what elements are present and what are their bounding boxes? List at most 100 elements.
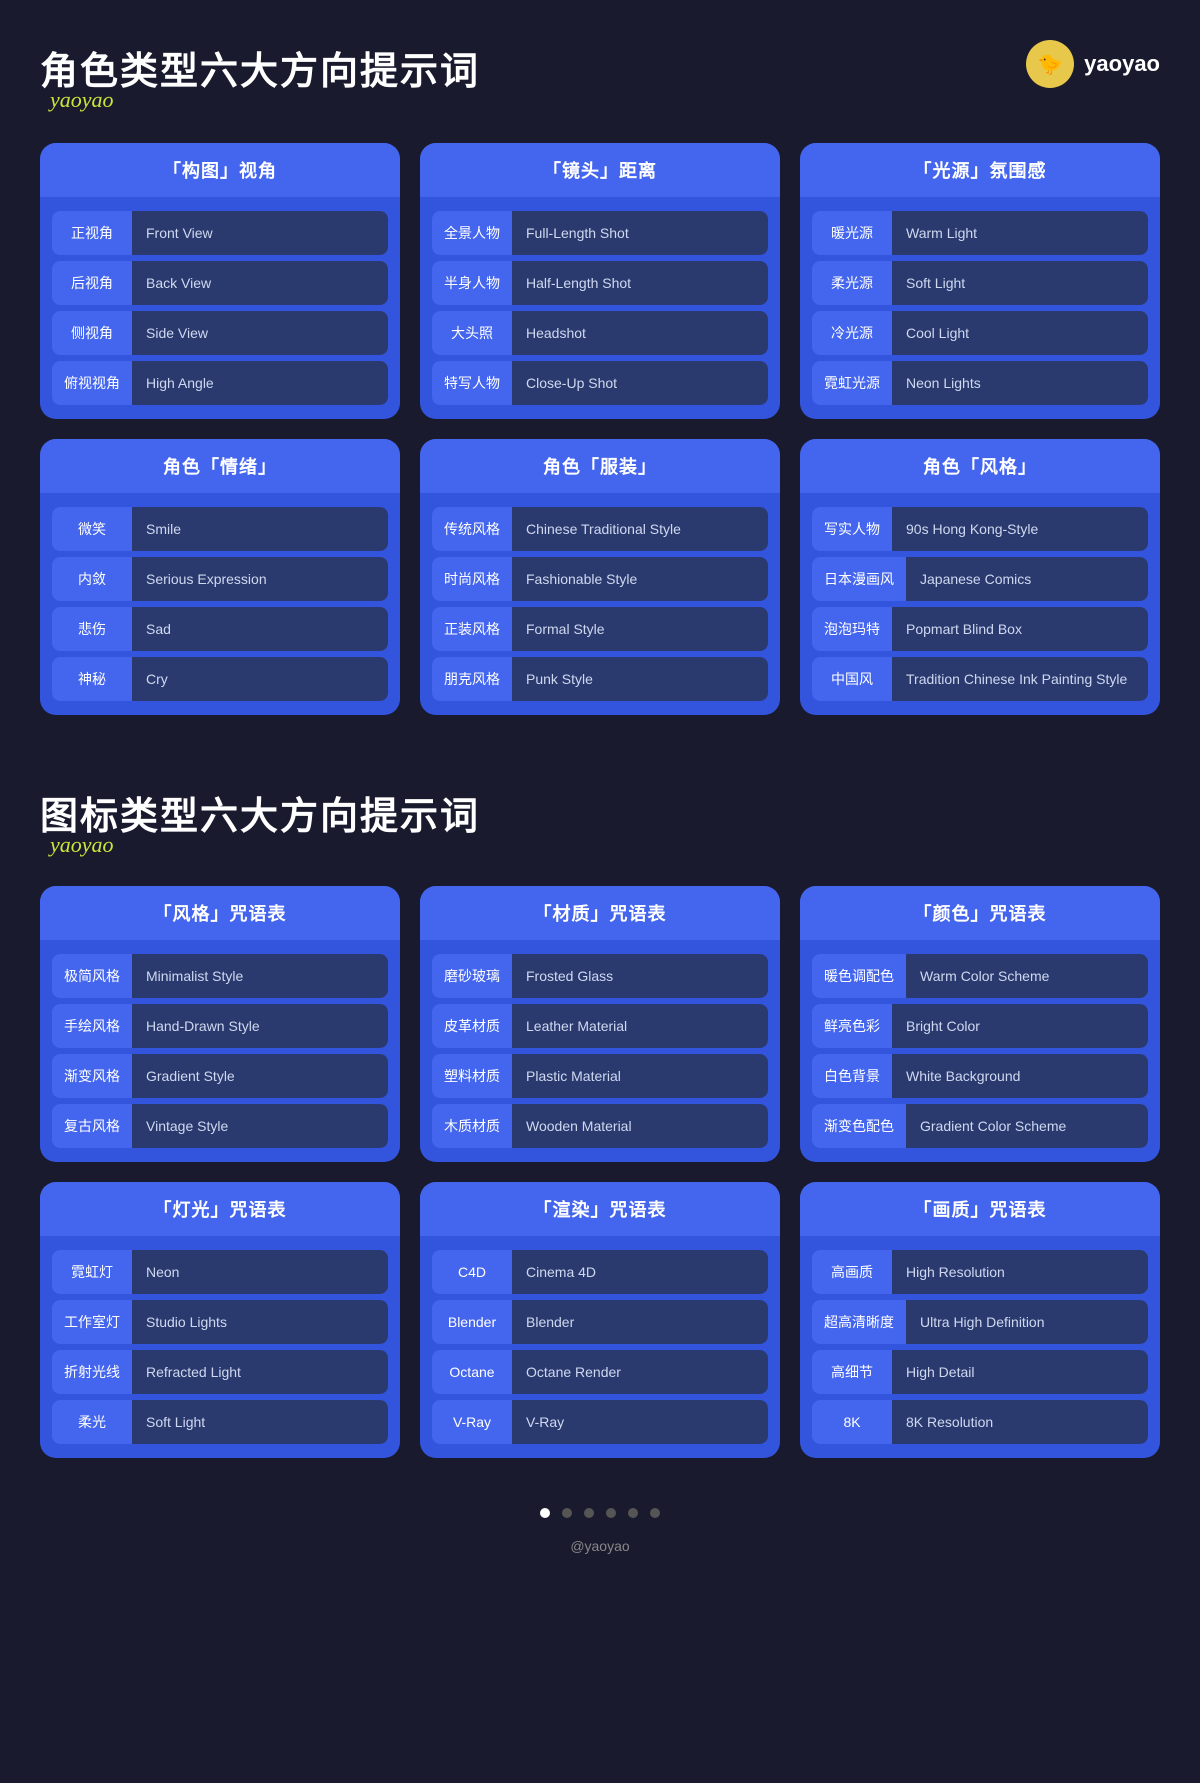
- card-row: 超高清晰度 Ultra High Definition: [812, 1300, 1148, 1344]
- card-row: 柔光 Soft Light: [52, 1400, 388, 1444]
- card-row-left: 大头照: [432, 311, 512, 355]
- card-row: 传统风格 Chinese Traditional Style: [432, 507, 768, 551]
- icon-cards-grid: 「风格」咒语表 极简风格 Minimalist Style 手绘风格 Hand-…: [40, 886, 1160, 1458]
- card-icon-color: 「颜色」咒语表 暖色调配色 Warm Color Scheme 鲜亮色彩 Bri…: [800, 886, 1160, 1162]
- card-row: 渐变风格 Gradient Style: [52, 1054, 388, 1098]
- card-row-right: Formal Style: [512, 607, 768, 651]
- card-row-left: Octane: [432, 1350, 512, 1394]
- card-header-light: 「光源」氛围感: [800, 143, 1160, 197]
- card-row-right: Octane Render: [512, 1350, 768, 1394]
- card-row-left: 泡泡玛特: [812, 607, 892, 651]
- nav-dot-1[interactable]: [562, 1508, 572, 1518]
- card-row-left: Blender: [432, 1300, 512, 1344]
- card-row: 日本漫画风 Japanese Comics: [812, 557, 1148, 601]
- card-row-left: 正视角: [52, 211, 132, 255]
- card-body-composition: 正视角 Front View 后视角 Back View 侧视角 Side Vi…: [40, 197, 400, 419]
- card-row-left: 磨砂玻璃: [432, 954, 512, 998]
- card-row-left: 复古风格: [52, 1104, 132, 1148]
- card-row-right: Warm Light: [892, 211, 1148, 255]
- card-row: 8K 8K Resolution: [812, 1400, 1148, 1444]
- card-row-right: Neon: [132, 1250, 388, 1294]
- card-header-icon-style: 「风格」咒语表: [40, 886, 400, 940]
- card-row-right: Punk Style: [512, 657, 768, 701]
- card-row-left: 神秘: [52, 657, 132, 701]
- card-clothing: 角色「服装」 传统风格 Chinese Traditional Style 时尚…: [420, 439, 780, 715]
- card-row-left: 渐变色配色: [812, 1104, 906, 1148]
- card-row: 侧视角 Side View: [52, 311, 388, 355]
- card-row-right: Blender: [512, 1300, 768, 1344]
- card-header-style: 角色「风格」: [800, 439, 1160, 493]
- card-row-right: 90s Hong Kong-Style: [892, 507, 1148, 551]
- card-row: 正装风格 Formal Style: [432, 607, 768, 651]
- title-area: 角色类型六大方向提示词 yaoyao: [40, 40, 480, 113]
- card-row-left: 俯视视角: [52, 361, 132, 405]
- card-body-style: 写实人物 90s Hong Kong-Style 日本漫画风 Japanese …: [800, 493, 1160, 715]
- card-row: 中国风 Tradition Chinese Ink Painting Style: [812, 657, 1148, 701]
- card-row-right: Fashionable Style: [512, 557, 768, 601]
- card-row-left: 柔光: [52, 1400, 132, 1444]
- card-row-left: 霓虹光源: [812, 361, 892, 405]
- card-row-left: 朋克风格: [432, 657, 512, 701]
- card-row: 霓虹光源 Neon Lights: [812, 361, 1148, 405]
- nav-dot-5[interactable]: [650, 1508, 660, 1518]
- card-row: 内敛 Serious Expression: [52, 557, 388, 601]
- card-row-left: 极简风格: [52, 954, 132, 998]
- card-row-left: 正装风格: [432, 607, 512, 651]
- card-row-left: 鲜亮色彩: [812, 1004, 892, 1048]
- card-icon-render: 「渲染」咒语表 C4D Cinema 4D Blender Blender Oc…: [420, 1182, 780, 1458]
- logo-area: 🐤 yaoyao: [1026, 40, 1160, 88]
- logo-label: yaoyao: [1084, 51, 1160, 77]
- card-row-right: Warm Color Scheme: [906, 954, 1148, 998]
- nav-dot-0[interactable]: [540, 1508, 550, 1518]
- card-row-left: 特写人物: [432, 361, 512, 405]
- card-row-right: Plastic Material: [512, 1054, 768, 1098]
- card-row-left: 霓虹灯: [52, 1250, 132, 1294]
- nav-dot-4[interactable]: [628, 1508, 638, 1518]
- card-row: 磨砂玻璃 Frosted Glass: [432, 954, 768, 998]
- card-row: 俯视视角 High Angle: [52, 361, 388, 405]
- card-row: 工作室灯 Studio Lights: [52, 1300, 388, 1344]
- card-header-lens: 「镜头」距离: [420, 143, 780, 197]
- card-row: 半身人物 Half-Length Shot: [432, 261, 768, 305]
- card-row: 泡泡玛特 Popmart Blind Box: [812, 607, 1148, 651]
- card-row-right: Chinese Traditional Style: [512, 507, 768, 551]
- card-body-lens: 全景人物 Full-Length Shot 半身人物 Half-Length S…: [420, 197, 780, 419]
- card-row-left: 微笑: [52, 507, 132, 551]
- card-row-left: 暖色调配色: [812, 954, 906, 998]
- card-header-composition: 「构图」视角: [40, 143, 400, 197]
- card-row: 暖光源 Warm Light: [812, 211, 1148, 255]
- card-icon-light: 「灯光」咒语表 霓虹灯 Neon 工作室灯 Studio Lights 折射光线…: [40, 1182, 400, 1458]
- card-row-right: Studio Lights: [132, 1300, 388, 1344]
- card-row-left: 半身人物: [432, 261, 512, 305]
- card-row-right: Refracted Light: [132, 1350, 388, 1394]
- card-row-right: Tradition Chinese Ink Painting Style: [892, 657, 1148, 701]
- card-row-right: Neon Lights: [892, 361, 1148, 405]
- card-row: Blender Blender: [432, 1300, 768, 1344]
- card-row: 白色背景 White Background: [812, 1054, 1148, 1098]
- section2-title-area: 图标类型六大方向提示词 yaoyao: [40, 785, 1160, 858]
- footer: @yaoyao: [40, 1538, 1160, 1554]
- card-row-right: Front View: [132, 211, 388, 255]
- card-row-left: 传统风格: [432, 507, 512, 551]
- nav-dot-3[interactable]: [606, 1508, 616, 1518]
- nav-dot-2[interactable]: [584, 1508, 594, 1518]
- card-body-light: 暖光源 Warm Light 柔光源 Soft Light 冷光源 Cool L…: [800, 197, 1160, 419]
- card-row: 皮革材质 Leather Material: [432, 1004, 768, 1048]
- card-row-right: Full-Length Shot: [512, 211, 768, 255]
- card-row-right: V-Ray: [512, 1400, 768, 1444]
- card-row: 高画质 High Resolution: [812, 1250, 1148, 1294]
- card-body-icon-color: 暖色调配色 Warm Color Scheme 鲜亮色彩 Bright Colo…: [800, 940, 1160, 1162]
- card-header-emotion: 角色「情绪」: [40, 439, 400, 493]
- card-row-left: 白色背景: [812, 1054, 892, 1098]
- card-row-right: White Background: [892, 1054, 1148, 1098]
- card-row: 悲伤 Sad: [52, 607, 388, 651]
- card-row: 折射光线 Refracted Light: [52, 1350, 388, 1394]
- card-header-icon-material: 「材质」咒语表: [420, 886, 780, 940]
- card-composition: 「构图」视角 正视角 Front View 后视角 Back View 侧视角 …: [40, 143, 400, 419]
- card-row-right: High Angle: [132, 361, 388, 405]
- card-row: 时尚风格 Fashionable Style: [432, 557, 768, 601]
- card-row-left: 内敛: [52, 557, 132, 601]
- card-body-clothing: 传统风格 Chinese Traditional Style 时尚风格 Fash…: [420, 493, 780, 715]
- card-row: V-Ray V-Ray: [432, 1400, 768, 1444]
- card-row: 复古风格 Vintage Style: [52, 1104, 388, 1148]
